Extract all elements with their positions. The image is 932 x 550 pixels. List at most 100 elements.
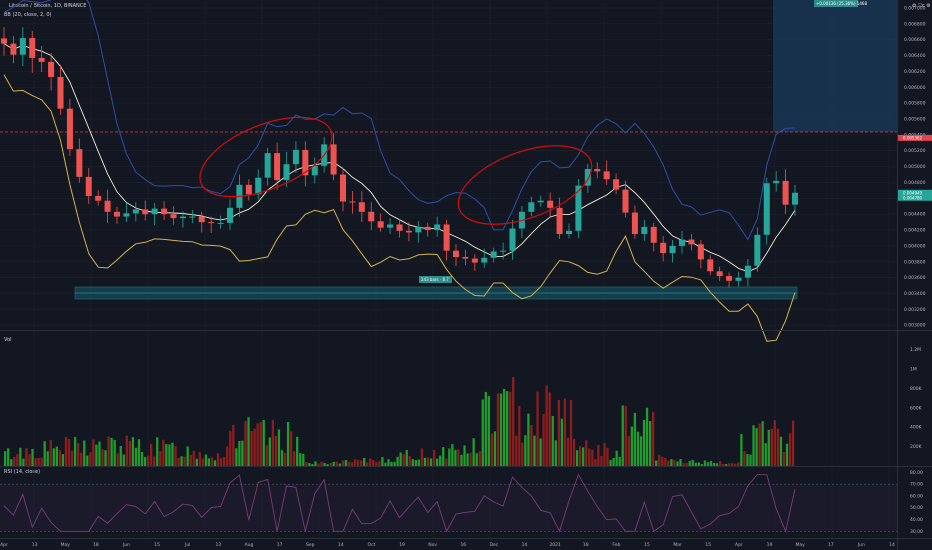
rsi-tick-label: 40.00 (910, 517, 923, 523)
rsi-tick-label: 80.00 (910, 470, 923, 476)
price-tick-label: 0.006400 (904, 53, 926, 59)
volume-bar (168, 444, 171, 466)
volume-bar (311, 464, 314, 466)
volume-bar (390, 461, 393, 466)
volume-bar (770, 428, 773, 466)
volume-bar (116, 453, 119, 466)
candle (198, 211, 205, 233)
volume-bar (426, 457, 430, 466)
volume-bar (146, 455, 150, 466)
volume-bar (52, 448, 55, 466)
volume-bar (697, 462, 700, 466)
candle (594, 162, 601, 179)
volume-bar (110, 437, 113, 466)
volume-bar (493, 431, 497, 466)
volume-bar (95, 444, 98, 466)
candle (104, 189, 111, 223)
time-tick-label: 19 (767, 542, 773, 548)
volume-tick-label: 800K (910, 386, 923, 392)
candle (292, 141, 299, 173)
volume-bar (679, 458, 682, 466)
volume-bar (335, 461, 338, 466)
support-zone: 243 bars · 8.7 (74, 276, 798, 300)
volume-bar (70, 450, 74, 466)
time-tick-label: May (795, 542, 805, 548)
volume-bar (606, 447, 609, 466)
candle (669, 239, 676, 263)
volume-bar (31, 448, 34, 466)
volume-bar (439, 455, 442, 466)
support-label: 243 bars · 8.7 (421, 277, 449, 282)
volume-bar (582, 447, 585, 466)
volume-bar (715, 463, 719, 466)
volume-bar (417, 459, 421, 466)
volume-bar (55, 446, 59, 466)
candle (66, 98, 73, 157)
candle (396, 218, 403, 238)
candle (773, 171, 780, 192)
volume-bar (731, 463, 734, 466)
volume-bar (734, 463, 737, 466)
volume-bar (229, 431, 232, 466)
volume-bar (19, 447, 22, 466)
volume-bar (381, 457, 384, 466)
volume-bar (454, 449, 457, 466)
volume-bar (344, 460, 348, 466)
candle (0, 26, 8, 56)
volume-tick-label: 200K (910, 444, 923, 450)
volume-bar (353, 459, 357, 466)
time-tick-label: Nov (428, 542, 437, 548)
price-tick-label: 0.004000 (904, 243, 926, 249)
volume-bar (40, 457, 43, 466)
volume-bar (338, 463, 341, 466)
volume-bar (16, 454, 19, 466)
time-tick-label: 15 (154, 542, 160, 548)
volume-bar (524, 435, 527, 466)
volume-bar (283, 453, 287, 466)
volume-bar (156, 437, 159, 466)
candle (339, 167, 347, 212)
candle (575, 178, 582, 239)
volume-bar (143, 457, 147, 466)
candle (500, 242, 507, 260)
volume-bar (484, 391, 487, 466)
volume-bar (64, 436, 68, 466)
volume-bar (34, 458, 37, 466)
volume-bar (393, 461, 396, 466)
price-tick-label: 0.004800 (904, 180, 926, 186)
chart-canvas[interactable]: +0.00136 (25.36%) 1468 243 bars · 8.7 0.… (0, 0, 932, 550)
volume-bar (186, 446, 189, 466)
volume-tick-label: 400K (910, 425, 923, 431)
candle (650, 222, 657, 252)
candle (29, 30, 36, 73)
candle (349, 190, 356, 214)
candle (726, 272, 733, 288)
candle (754, 227, 761, 272)
volume-bar (718, 461, 722, 466)
time-tick-label: Dec (490, 542, 499, 548)
volume-bar (630, 426, 633, 466)
volume-bar (235, 448, 238, 466)
volume-bar (73, 437, 77, 466)
volume-bar (378, 461, 381, 466)
candle (782, 169, 789, 214)
candle (471, 254, 478, 271)
rsi-tick-label: 30.00 (910, 529, 923, 535)
volume-bar (256, 423, 259, 466)
time-tick-label: 13 (32, 542, 38, 548)
volume-bar (320, 461, 323, 466)
volume-bar (201, 458, 205, 466)
volume-bar (527, 413, 530, 466)
candle (603, 160, 610, 185)
time-tick-label: 14 (522, 542, 528, 548)
candle (565, 223, 573, 239)
volume-bar (743, 451, 746, 466)
time-tick-label: Jul (184, 542, 190, 548)
volume-bar (591, 449, 594, 466)
volume-bar (244, 421, 247, 466)
volume-bar (238, 441, 241, 466)
volume-bar (612, 457, 615, 466)
volume-bar (305, 462, 308, 466)
volume-bar (764, 443, 767, 466)
candle (613, 173, 620, 195)
